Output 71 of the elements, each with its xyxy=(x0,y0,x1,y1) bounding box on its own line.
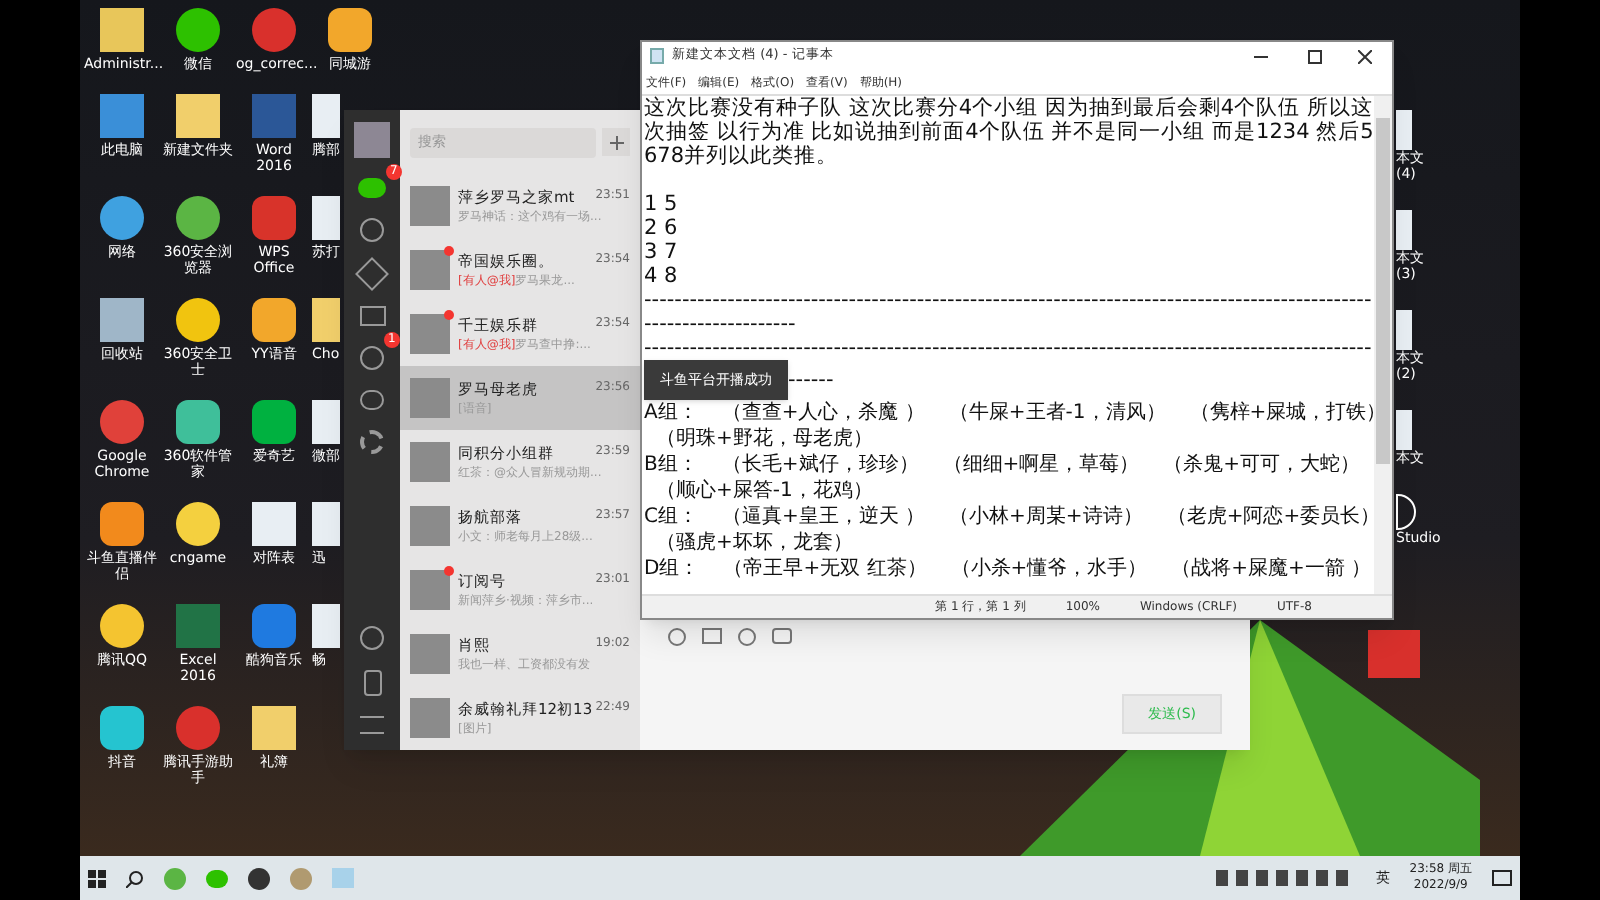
avatar-placeholder xyxy=(410,250,450,290)
app-icon[interactable] xyxy=(252,400,296,444)
text-line: ------------------------------------------------------------------------------------------------ xyxy=(644,336,1374,360)
team-pair: （骚虎+坏坏，龙套） xyxy=(654,530,855,556)
notepad-icon xyxy=(650,48,664,64)
team-pair: （老虎+阿恋+委员长） xyxy=(1166,504,1374,530)
settings-icon[interactable] xyxy=(360,430,384,454)
avatar-placeholder xyxy=(410,506,450,546)
app-icon[interactable] xyxy=(176,196,220,240)
avatar-placeholder xyxy=(410,570,450,610)
team-pair: （小杀+懂爷，水手） xyxy=(950,556,1148,582)
team-pair: （牛屎+王者-1，清风） xyxy=(948,400,1166,426)
team-pair: （战将+屎魔+一箭 ） xyxy=(1171,556,1372,582)
phone-icon[interactable] xyxy=(363,670,381,696)
app-icon[interactable] xyxy=(248,867,270,889)
text-line: ------ xyxy=(788,368,834,392)
avatar-placeholder xyxy=(410,314,450,354)
team-pair: （隽梓+屎城，打铁） xyxy=(1189,400,1374,426)
app-icon[interactable] xyxy=(100,196,144,240)
avatar-placeholder xyxy=(410,698,450,738)
scrollbar-thumb[interactable] xyxy=(1376,118,1390,464)
avatar-placeholder xyxy=(410,442,450,482)
text-line: -------------------------------------------------------------------------------------------------------------------- xyxy=(644,288,1374,336)
team-pair: （杀鬼+可可，大蛇） xyxy=(1163,452,1361,478)
add-button[interactable] xyxy=(602,128,630,156)
scrollbar[interactable] xyxy=(1374,96,1392,594)
minimize-icon[interactable] xyxy=(1254,55,1268,57)
avatar-placeholder xyxy=(410,634,450,674)
app-icon[interactable] xyxy=(176,400,220,444)
chat-bubble-icon[interactable] xyxy=(772,628,792,644)
avatar-placeholder xyxy=(410,378,450,418)
maximize-icon[interactable] xyxy=(1308,49,1322,63)
windows-icon[interactable] xyxy=(88,869,106,887)
text-line: 3 7 xyxy=(644,240,680,264)
notification-icon[interactable] xyxy=(1492,870,1512,886)
app-icon[interactable] xyxy=(328,8,372,52)
app-icon[interactable] xyxy=(100,502,144,546)
app-icon[interactable] xyxy=(176,298,220,342)
group-label: C组： xyxy=(644,504,698,530)
team-pair: （长毛+斌仔，珍珍） xyxy=(721,452,919,478)
plus-icon xyxy=(609,135,623,149)
group-label: A组： xyxy=(644,400,698,426)
team-pair: （细细+啊星，草莓） xyxy=(942,452,1140,478)
avatar-placeholder xyxy=(354,122,390,158)
team-pair: （小林+周某+诗诗） xyxy=(949,504,1143,530)
app-icon[interactable] xyxy=(176,502,220,546)
text-line: 1 5 xyxy=(644,192,680,216)
search-icon[interactable] xyxy=(126,869,144,887)
avatar-placeholder xyxy=(410,186,450,226)
app-icon[interactable] xyxy=(100,706,144,750)
team-pair: （帝王早+无双 红茶） xyxy=(723,556,927,582)
emoji-icon[interactable] xyxy=(668,628,686,646)
app-icon[interactable] xyxy=(176,8,220,52)
close-icon[interactable] xyxy=(1358,49,1372,63)
folder-icon[interactable] xyxy=(359,306,385,326)
team-pair: （顺心+屎答-1，花鸡） xyxy=(654,478,875,504)
team-pair: （明珠+野花，母老虎） xyxy=(654,426,875,452)
team-pair: （查查+人心，杀魔 ） xyxy=(721,400,925,426)
chat-icon[interactable] xyxy=(358,178,386,198)
text-line: 2 6 xyxy=(644,216,680,240)
folder-icon[interactable] xyxy=(702,628,722,644)
text-line: 4 8 xyxy=(644,264,680,288)
app-icon[interactable] xyxy=(1396,494,1416,530)
team-pair: （逼真+皇王，逆天 ） xyxy=(721,504,926,530)
app-icon[interactable] xyxy=(252,298,296,342)
text-line: 这次比赛没有种子队 这次比赛分4个小组 因为抽到最后会剩4个队伍 所以这次抽签 以行为准 比如说抽到前面4个队伍 并不是同一小组 而是1234 然后5678并列以此类推。 xyxy=(644,96,1374,168)
menu-icon[interactable] xyxy=(360,716,384,734)
app-icon[interactable] xyxy=(100,604,144,648)
group-label: B组： xyxy=(644,452,698,478)
group-label: D组： xyxy=(644,556,700,582)
cube-icon[interactable] xyxy=(355,257,389,291)
